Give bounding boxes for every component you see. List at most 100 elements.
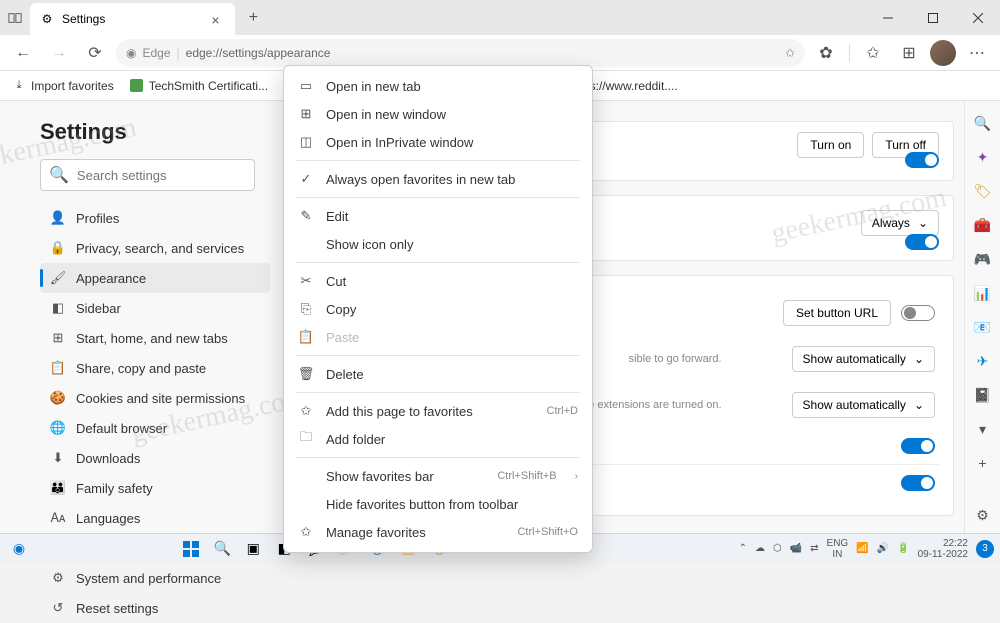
star-plus-icon: ✩ <box>298 403 314 419</box>
battery-icon[interactable]: 🔋 <box>897 543 909 554</box>
chevron-down-icon: ⌄ <box>918 216 928 230</box>
ctx-always-open-favorites[interactable]: ✓Always open favorites in new tab <box>284 165 592 193</box>
nav-item-profiles[interactable]: 👤Profiles <box>40 203 270 233</box>
ctx-cut[interactable]: ✂Cut <box>284 267 592 295</box>
start-button[interactable] <box>178 536 204 562</box>
favorites-icon[interactable]: ✩ <box>858 38 888 68</box>
nav-item-default-browser[interactable]: 🌐 Default browser <box>40 413 270 443</box>
ctx-open-new-window[interactable]: ⊞Open in new window <box>284 100 592 128</box>
office-icon[interactable]: 📊 <box>973 283 993 303</box>
nav-icon: 🌐 <box>50 420 66 436</box>
workspaces-icon[interactable] <box>8 11 22 25</box>
edge-taskbar-icon[interactable]: ◉ <box>6 536 32 562</box>
nav-item-share-copy-and-paste[interactable]: 📋Share, copy and paste <box>40 353 270 383</box>
back-button[interactable]: ← <box>8 38 38 68</box>
add-icon[interactable]: + <box>973 453 993 473</box>
tools-icon[interactable]: 🧰 <box>973 215 993 235</box>
pencil-icon: ✎ <box>298 208 314 224</box>
collections-icon[interactable]: ⊞ <box>894 38 924 68</box>
toggle-switch[interactable] <box>901 438 935 454</box>
nav-item-sidebar[interactable]: ◧Sidebar <box>40 293 270 323</box>
ctx-hide-favorites-button[interactable]: Hide favorites button from toolbar <box>284 490 592 518</box>
close-icon[interactable]: × <box>211 12 225 26</box>
ctx-copy[interactable]: ⎘Copy <box>284 295 592 323</box>
send-icon[interactable]: ✈ <box>973 351 993 371</box>
url-box[interactable]: ◉ Edge | edge://settings/appearance ✩ <box>116 39 805 67</box>
nearby-share-icon[interactable]: ⇄ <box>810 543 818 554</box>
favorite-star-icon[interactable]: ✩ <box>785 46 795 60</box>
show-auto-select[interactable]: Show automatically⌄ <box>792 392 935 418</box>
language-indicator[interactable]: ENGIN <box>827 538 849 560</box>
games-icon[interactable]: 🎮 <box>973 249 993 269</box>
close-window-button[interactable] <box>955 0 1000 35</box>
nav-item-appearance[interactable]: 🖌Appearance <box>40 263 270 293</box>
ctx-edit[interactable]: ✎Edit <box>284 202 592 230</box>
chevron-down-icon[interactable]: ▾ <box>973 419 993 439</box>
maximize-button[interactable] <box>910 0 955 35</box>
meet-now-icon[interactable]: 📹 <box>790 543 802 554</box>
set-url-button[interactable]: Set button URL <box>783 300 891 326</box>
nav-icon: ↺ <box>50 600 66 616</box>
nav-item-languages[interactable]: 🗛Languages <box>40 503 270 533</box>
notifications-button[interactable]: 3 <box>976 540 994 558</box>
clock[interactable]: 22:2209-11-2022 <box>918 538 968 560</box>
refresh-button[interactable]: ⟳ <box>80 38 110 68</box>
ctx-show-favorites-bar[interactable]: Show favorites barCtrl+Shift+B› <box>284 462 592 490</box>
ctx-open-new-tab[interactable]: ▭Open in new tab <box>284 72 592 100</box>
bookmark-favicon <box>130 79 144 93</box>
nav-label: Share, copy and paste <box>76 361 206 376</box>
nav-icon: 🗛 <box>50 510 66 526</box>
browser-tab[interactable]: ⚙ Settings × <box>30 3 235 35</box>
onenote-icon[interactable]: 📓 <box>973 385 993 405</box>
taskview-icon[interactable]: ▣ <box>240 536 266 562</box>
toggle-switch[interactable] <box>905 234 939 250</box>
onedrive-icon[interactable]: ☁ <box>755 543 765 554</box>
toggle-switch[interactable] <box>901 475 935 491</box>
settings-icon[interactable]: ⚙ <box>973 505 993 525</box>
nav-label: Default browser <box>76 421 167 436</box>
page-title: Settings <box>40 119 270 145</box>
new-tab-button[interactable]: + <box>239 4 267 32</box>
nav-item-family-safety[interactable]: 👪Family safety <box>40 473 270 503</box>
nav-item-downloads[interactable]: ⬇Downloads <box>40 443 270 473</box>
tab-icon: ▭ <box>298 78 314 94</box>
search-icon[interactable]: 🔍 <box>973 113 993 133</box>
nav-item-privacy-search-and-services[interactable]: 🔒Privacy, search, and services <box>40 233 270 263</box>
turn-on-button[interactable]: Turn on <box>797 132 864 158</box>
ctx-open-inprivate[interactable]: ◫Open in InPrivate window <box>284 128 592 156</box>
bookmark-item[interactable]: TechSmith Certificati... <box>130 79 268 93</box>
volume-icon[interactable]: 🔊 <box>877 543 889 554</box>
tray-icon[interactable]: ⬡ <box>773 543 782 554</box>
ctx-show-icon-only[interactable]: Show icon only <box>284 230 592 258</box>
ctx-add-folder[interactable]: 🗀Add folder <box>284 425 592 453</box>
import-favorites-button[interactable]: ⤓ Import favorites <box>12 79 114 93</box>
ctx-delete[interactable]: 🗑Delete <box>284 360 592 388</box>
toggle-switch[interactable] <box>901 305 935 321</box>
nav-label: Appearance <box>76 271 146 286</box>
nav-label: Sidebar <box>76 301 121 316</box>
window-icon: ⊞ <box>298 106 314 122</box>
discover-icon[interactable]: ✦ <box>973 147 993 167</box>
edge-icon: ◉ <box>126 46 136 60</box>
search-settings-box[interactable]: 🔍 <box>40 159 255 191</box>
toggle-switch[interactable] <box>905 152 939 168</box>
ctx-add-favorite[interactable]: ✩Add this page to favoritesCtrl+D <box>284 397 592 425</box>
tray-chevron-icon[interactable]: ⌃ <box>739 543 747 554</box>
nav-item-cookies-and-site-permissions[interactable]: 🍪Cookies and site permissions <box>40 383 270 413</box>
nav-item-system-and-performance[interactable]: ⚙System and performance <box>40 563 270 593</box>
nav-icon: 🍪 <box>50 390 66 406</box>
profile-avatar[interactable] <box>930 40 956 66</box>
search-taskbar-icon[interactable]: 🔍 <box>209 536 235 562</box>
wifi-icon[interactable]: 📶 <box>856 543 868 554</box>
minimize-button[interactable] <box>865 0 910 35</box>
nav-item-start-home-and-new-tabs[interactable]: ⊞Start, home, and new tabs <box>40 323 270 353</box>
nav-item-reset-settings[interactable]: ↺Reset settings <box>40 593 270 623</box>
ctx-manage-favorites[interactable]: ✩Manage favoritesCtrl+Shift+O <box>284 518 592 546</box>
shopping-icon[interactable]: 🏷 <box>973 181 993 201</box>
extensions-icon[interactable]: ✿ <box>811 38 841 68</box>
search-input[interactable] <box>77 168 253 183</box>
show-auto-select[interactable]: Show automatically⌄ <box>792 346 935 372</box>
always-select[interactable]: Always⌄ <box>861 210 939 236</box>
outlook-icon[interactable]: 📧 <box>973 317 993 337</box>
menu-icon[interactable]: ⋯ <box>962 38 992 68</box>
